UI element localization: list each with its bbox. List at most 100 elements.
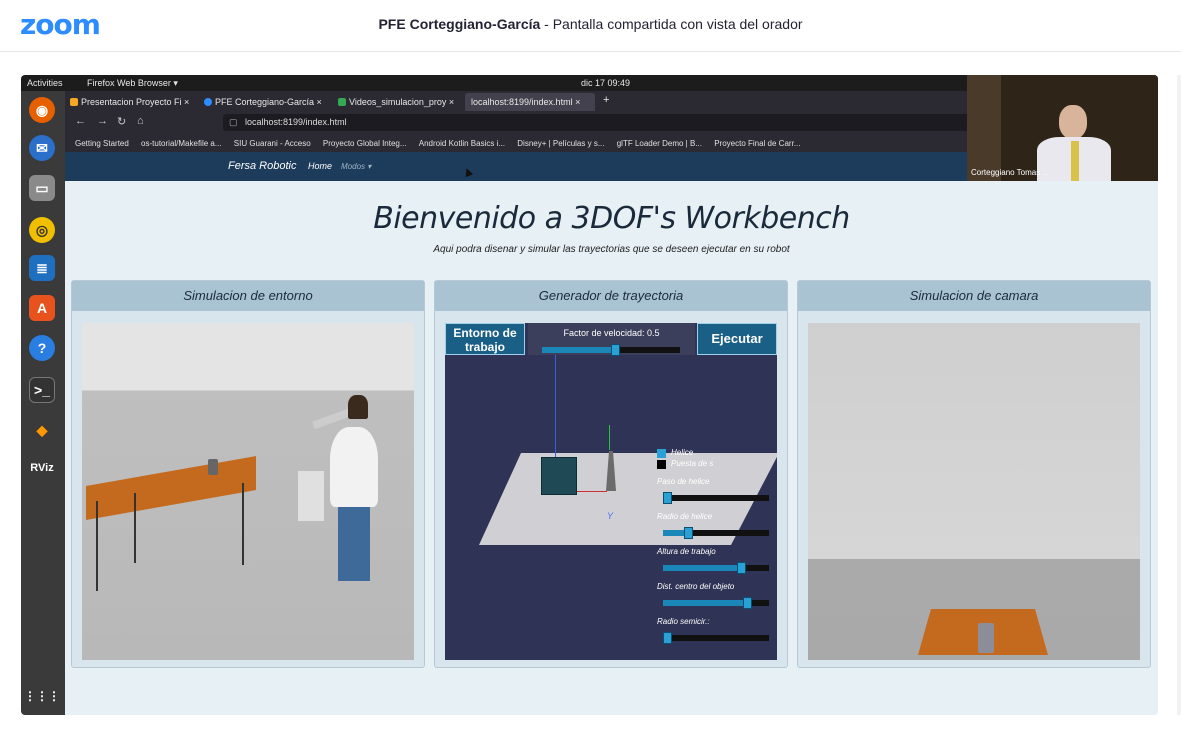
- bookmark-item[interactable]: Getting Started: [75, 139, 129, 148]
- slider-knob[interactable]: [663, 492, 672, 504]
- environment-viewport[interactable]: [82, 323, 414, 660]
- meeting-subtitle: - Pantalla compartida con vista del orad…: [544, 16, 803, 32]
- workspace-button[interactable]: Entorno de trabajo: [445, 323, 525, 355]
- nav-home-link[interactable]: Home: [308, 152, 332, 181]
- bookmark-item[interactable]: SIU Guarani - Acceso: [234, 139, 311, 148]
- panel-title: Simulacion de entorno: [72, 281, 424, 311]
- control-label: Radio semicir.:: [657, 617, 710, 626]
- slider-knob[interactable]: [737, 562, 747, 574]
- camera-viewport[interactable]: [808, 323, 1140, 660]
- files-icon[interactable]: ▭: [29, 175, 55, 201]
- speed-factor-box: Factor de velocidad: 0.5: [528, 323, 695, 356]
- helix-pitch-slider[interactable]: [663, 492, 769, 504]
- url-text: localhost:8199/index.html: [245, 117, 347, 127]
- control-label: Dist. centro del objeto: [657, 582, 735, 591]
- tab-label: localhost:8199/index.html ×: [471, 97, 581, 107]
- panel-title: Generador de trayectoria: [435, 281, 787, 311]
- zoom-icon: [204, 98, 212, 106]
- ubuntu-dock: ◉ ✉ ▭ ◎ ≣ A ? >_ ◆ RViz ⋮⋮⋮: [21, 91, 65, 715]
- helix-label: Helice: [671, 448, 694, 457]
- helix-radius-slider[interactable]: [663, 527, 769, 539]
- clock[interactable]: dic 17 09:49: [581, 75, 630, 91]
- table-leg: [96, 501, 98, 591]
- speaker-video[interactable]: Corteggiano Tomas ...: [967, 75, 1158, 181]
- can-object: [208, 459, 218, 475]
- url-bar[interactable]: ▢ localhost:8199/index.html: [223, 114, 983, 131]
- semicircle-radius-slider[interactable]: [663, 632, 769, 644]
- back-icon[interactable]: ←: [75, 115, 86, 127]
- libreoffice-writer-icon[interactable]: ≣: [29, 255, 55, 281]
- bookmark-item[interactable]: Proyecto Final de Carr...: [714, 139, 800, 148]
- page-title: Bienvenido a 3DOF's Workbench: [373, 201, 850, 236]
- slider-knob[interactable]: [684, 527, 694, 539]
- app-grid-icon[interactable]: ⋮⋮⋮: [24, 683, 60, 709]
- tab-zoom-meeting[interactable]: PFE Corteggiano-García ×: [201, 93, 329, 111]
- execute-button[interactable]: Ejecutar: [697, 323, 777, 355]
- helix-checkbox[interactable]: [657, 449, 666, 458]
- slider-fill: [663, 530, 685, 536]
- terminal-icon[interactable]: >_: [29, 377, 55, 403]
- forward-icon[interactable]: →: [97, 115, 108, 127]
- site-brand[interactable]: Fersa Robotic: [228, 152, 296, 181]
- slides-icon: [70, 98, 78, 106]
- thunderbird-icon[interactable]: ✉: [29, 135, 55, 161]
- tab-videos[interactable]: Videos_simulacion_proy ×: [335, 93, 463, 111]
- y-axis: [609, 425, 610, 450]
- generator-viewport[interactable]: Y Entorno de trabajo Factor de velocidad…: [445, 323, 777, 660]
- rhythmbox-icon[interactable]: ◎: [29, 217, 55, 243]
- shared-screen: Activities Firefox Web Browser ▾ dic 17 …: [21, 75, 1158, 715]
- object-distance-slider[interactable]: [663, 597, 769, 609]
- drive-icon: [338, 98, 346, 106]
- rviz-icon[interactable]: RViz: [29, 455, 55, 481]
- speed-slider[interactable]: [542, 344, 680, 356]
- control-label: Altura de trabajo: [657, 547, 716, 556]
- camera-panel: Simulacion de camara: [797, 280, 1151, 668]
- meeting-title-bar: PFE Corteggiano-García - Pantalla compar…: [0, 16, 1181, 32]
- slider-fill: [663, 600, 743, 606]
- page-subtitle: Aqui podra disenar y simular las trayect…: [433, 244, 790, 255]
- slider-knob[interactable]: [611, 344, 620, 356]
- meeting-title: PFE Corteggiano-García: [378, 16, 541, 32]
- slider-knob[interactable]: [663, 632, 672, 644]
- axis-label: Y: [607, 511, 614, 521]
- firefox-window: Presentacion Proyecto Fi × PFE Corteggia…: [65, 91, 1158, 715]
- setup-checkbox[interactable]: [657, 460, 666, 469]
- tab-label: PFE Corteggiano-García ×: [215, 97, 322, 107]
- tab-presentacion[interactable]: Presentacion Proyecto Fi ×: [67, 93, 197, 111]
- tab-localhost[interactable]: localhost:8199/index.html ×: [465, 93, 595, 111]
- slider-fill: [663, 565, 738, 571]
- slider-knob[interactable]: [742, 597, 752, 609]
- bookmark-item[interactable]: os-tutorial/Makefile a...: [141, 139, 221, 148]
- work-height-slider[interactable]: [663, 562, 769, 574]
- speed-factor-label: Factor de velocidad: 0.5: [563, 328, 660, 338]
- app-menu[interactable]: Firefox Web Browser ▾: [87, 75, 178, 91]
- help-icon[interactable]: ?: [29, 335, 55, 361]
- trajectory-controls: Helice Puesta de s Paso de helice Radio …: [657, 448, 775, 659]
- person-torso: [330, 427, 378, 507]
- person-legs: [338, 507, 370, 581]
- nav-modos-dropdown[interactable]: Modos ▾: [341, 152, 371, 181]
- bookmark-item[interactable]: Proyecto Global Integ...: [323, 139, 407, 148]
- x-axis: [577, 491, 607, 492]
- bookmark-item[interactable]: glTF Loader Demo | B...: [617, 139, 702, 148]
- control-label: Paso de helice: [657, 477, 710, 486]
- table-3d: [86, 456, 256, 520]
- control-label: Radio de helice: [657, 512, 713, 521]
- tab-label: Presentacion Proyecto Fi ×: [81, 97, 190, 107]
- software-center-icon[interactable]: A: [29, 295, 55, 321]
- zoom-scrollbar[interactable]: [1177, 75, 1181, 715]
- person-head: [348, 395, 368, 419]
- sublime-icon[interactable]: ◆: [29, 417, 55, 443]
- home-icon[interactable]: ⌂: [137, 115, 144, 127]
- new-tab-button[interactable]: +: [603, 94, 609, 106]
- reload-icon[interactable]: ↻: [117, 115, 126, 128]
- bookmark-item[interactable]: Disney+ | Películas y s...: [517, 139, 604, 148]
- video-background: [967, 75, 1001, 181]
- firefox-icon[interactable]: ◉: [29, 97, 55, 123]
- zoom-header: zoom PFE Corteggiano-García - Pantalla c…: [0, 0, 1181, 52]
- robot-base: [298, 471, 324, 521]
- trajectory-generator-panel: Generador de trayectoria Y Entorno de tr…: [434, 280, 788, 668]
- panel-title: Simulacion de camara: [798, 281, 1150, 311]
- activities-button[interactable]: Activities: [27, 75, 63, 91]
- bookmark-item[interactable]: Android Kotlin Basics i...: [419, 139, 505, 148]
